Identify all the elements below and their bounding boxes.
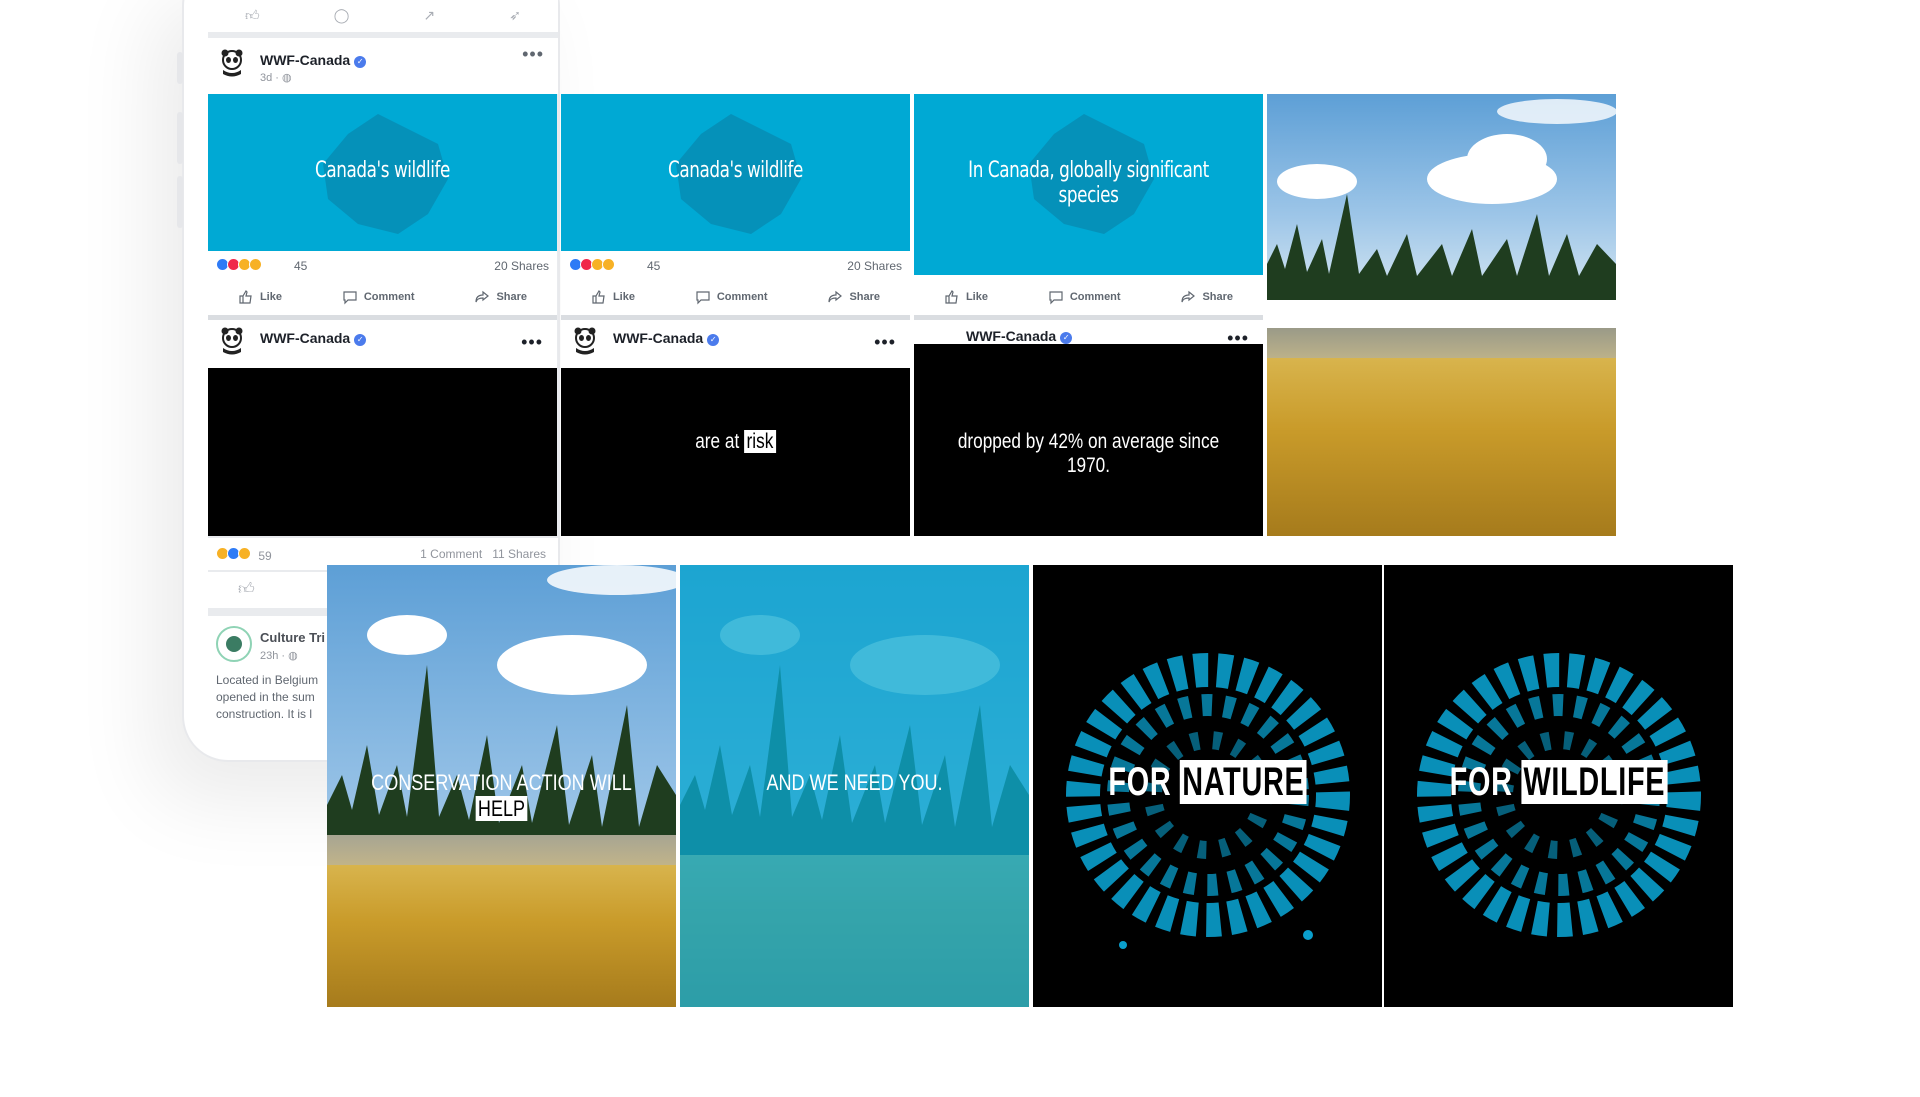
post-actions: Like Comment Share: [561, 279, 910, 315]
like-button[interactable]: Like: [238, 289, 282, 305]
post-header: WWF-Canada ✓ •••: [914, 320, 1263, 344]
like-icon: [239, 290, 252, 304]
reaction-count: 45: [647, 259, 661, 273]
like-icon[interactable]: 👍︎: [238, 580, 255, 599]
post-title: In Canada, globally significant species: [968, 158, 1209, 208]
post-title: Canada's wildlife: [668, 158, 803, 183]
landscape-field: [1267, 328, 1616, 536]
video-caption: are at risk: [592, 430, 878, 454]
reaction-count: 59: [258, 549, 272, 563]
wildlife-globe-graphic: [1066, 653, 1350, 949]
panel-caption: AND WE NEED YOU.: [766, 770, 943, 795]
panel-conservation[interactable]: CONSERVATION ACTION WILL HELP: [327, 565, 676, 1007]
share-count[interactable]: 20 Shares: [494, 259, 549, 273]
post-actions: Like Comment Share: [208, 279, 557, 315]
share-button[interactable]: Share: [827, 289, 880, 305]
post-author[interactable]: WWF-Canada ✓: [260, 52, 367, 68]
share-count[interactable]: 11 Shares: [492, 547, 546, 561]
panel-caption: CONSERVATION ACTION WILL HELP: [371, 770, 632, 821]
post-media: Canada's wildlife: [208, 94, 557, 251]
panda-logo-icon: [221, 327, 243, 355]
post-meta: 23h · ◍: [260, 650, 298, 662]
post-media: Canada's wildlife: [561, 94, 910, 251]
reaction-count: 45: [294, 259, 308, 273]
post-header: WWF-Canada ✓ 3d · ◍ •••: [208, 38, 558, 94]
previous-post-actions: 👍︎ ◯ ↗ ➶: [208, 0, 558, 32]
post-header: WWF-Canada ✓ •••: [561, 320, 910, 368]
comment-icon: [1049, 291, 1063, 305]
share-icon: [1181, 290, 1196, 303]
comment-icon: [343, 291, 357, 305]
comment-icon: [696, 291, 710, 305]
panel-caption: FOR NATURE: [1082, 760, 1333, 805]
post-tile-3[interactable]: In Canada, globally significant species …: [914, 94, 1263, 536]
video-frame[interactable]: are at risk: [561, 368, 910, 536]
like-button[interactable]: Like: [944, 289, 988, 305]
comment-icon[interactable]: ◯: [334, 7, 350, 24]
post-author[interactable]: WWF-Canada ✓: [613, 330, 720, 346]
share-count[interactable]: 20 Shares: [847, 259, 902, 273]
tree-line: [1267, 194, 1616, 300]
panel-caption: FOR WILDLIFE: [1433, 760, 1684, 805]
post-title: Canada's wildlife: [315, 158, 450, 183]
share-icon[interactable]: ↗: [423, 7, 435, 24]
wildlife-globe-graphic: [1417, 653, 1701, 937]
video-frame[interactable]: [208, 368, 557, 536]
panel-for-wildlife[interactable]: FOR WILDLIFE: [1384, 565, 1733, 1007]
more-dots-icon[interactable]: •••: [1227, 328, 1249, 344]
like-button[interactable]: Like: [591, 289, 635, 305]
like-icon[interactable]: 👍︎: [245, 7, 260, 24]
landscape-sky: [1267, 94, 1616, 300]
like-icon: [945, 290, 958, 304]
verified-icon: ✓: [354, 56, 367, 68]
send-icon[interactable]: ➶: [509, 7, 521, 24]
reaction-summary: 45 20 Shares: [208, 251, 557, 279]
phone-side-button: [177, 112, 183, 164]
divider: [1267, 300, 1616, 320]
reaction-summary: 45 20 Shares: [561, 251, 910, 279]
comment-button[interactable]: Comment: [695, 289, 768, 305]
post-actions: Like Comment Share: [914, 279, 1263, 315]
post-author[interactable]: WWF-Canada ✓: [260, 330, 367, 346]
more-dots-icon[interactable]: •••: [874, 332, 896, 353]
share-button[interactable]: Share: [474, 289, 527, 305]
post-author[interactable]: Culture Tri: [260, 630, 325, 645]
post-header: WWF-Canada ✓ •••: [208, 320, 557, 368]
like-icon: [592, 290, 605, 304]
verified-icon: ✓: [1060, 332, 1073, 344]
panda-logo-icon: [574, 327, 596, 355]
phone-side-button: [177, 176, 183, 228]
post-media: In Canada, globally significant species: [914, 94, 1263, 275]
phone-side-button: [177, 52, 183, 84]
post-tile-2[interactable]: Canada's wildlife 45 20 Shares Like Comm…: [561, 94, 910, 536]
avatar[interactable]: [216, 626, 252, 662]
reaction-emoji-icon: [238, 547, 251, 560]
post-body: Located in Belgium opened in the sum con…: [216, 673, 319, 721]
tree-line: [327, 665, 676, 855]
panel-for-nature[interactable]: FOR NATURE: [1033, 565, 1382, 1007]
reaction-emoji-icon: [249, 258, 262, 271]
comment-button[interactable]: Comment: [342, 289, 415, 305]
panda-logo-icon: [221, 49, 243, 77]
verified-icon: ✓: [707, 334, 720, 346]
globe-icon: ◍: [282, 72, 292, 84]
video-frame[interactable]: dropped by 42% on average since 1970.: [914, 344, 1263, 536]
comment-button[interactable]: Comment: [1048, 289, 1121, 305]
post-meta: 3d · ◍: [260, 72, 292, 84]
share-button[interactable]: Share: [1180, 289, 1233, 305]
globe-icon: ◍: [288, 650, 298, 662]
panel-need-you[interactable]: AND WE NEED YOU.: [680, 565, 1029, 1007]
landscape-tile[interactable]: [1267, 94, 1616, 536]
comment-count[interactable]: 1 Comment: [420, 547, 482, 561]
post-author[interactable]: WWF-Canada ✓: [966, 328, 1073, 344]
reaction-emoji-icon: [602, 258, 615, 271]
post-tile-1[interactable]: Canada's wildlife 45 20 Shares Like Comm…: [208, 94, 557, 536]
more-dots-icon[interactable]: •••: [521, 332, 543, 353]
share-icon: [475, 290, 490, 303]
video-caption: dropped by 42% on average since 1970.: [957, 430, 1220, 477]
more-dots-icon[interactable]: •••: [522, 44, 544, 65]
verified-icon: ✓: [354, 334, 367, 346]
share-icon: [828, 290, 843, 303]
